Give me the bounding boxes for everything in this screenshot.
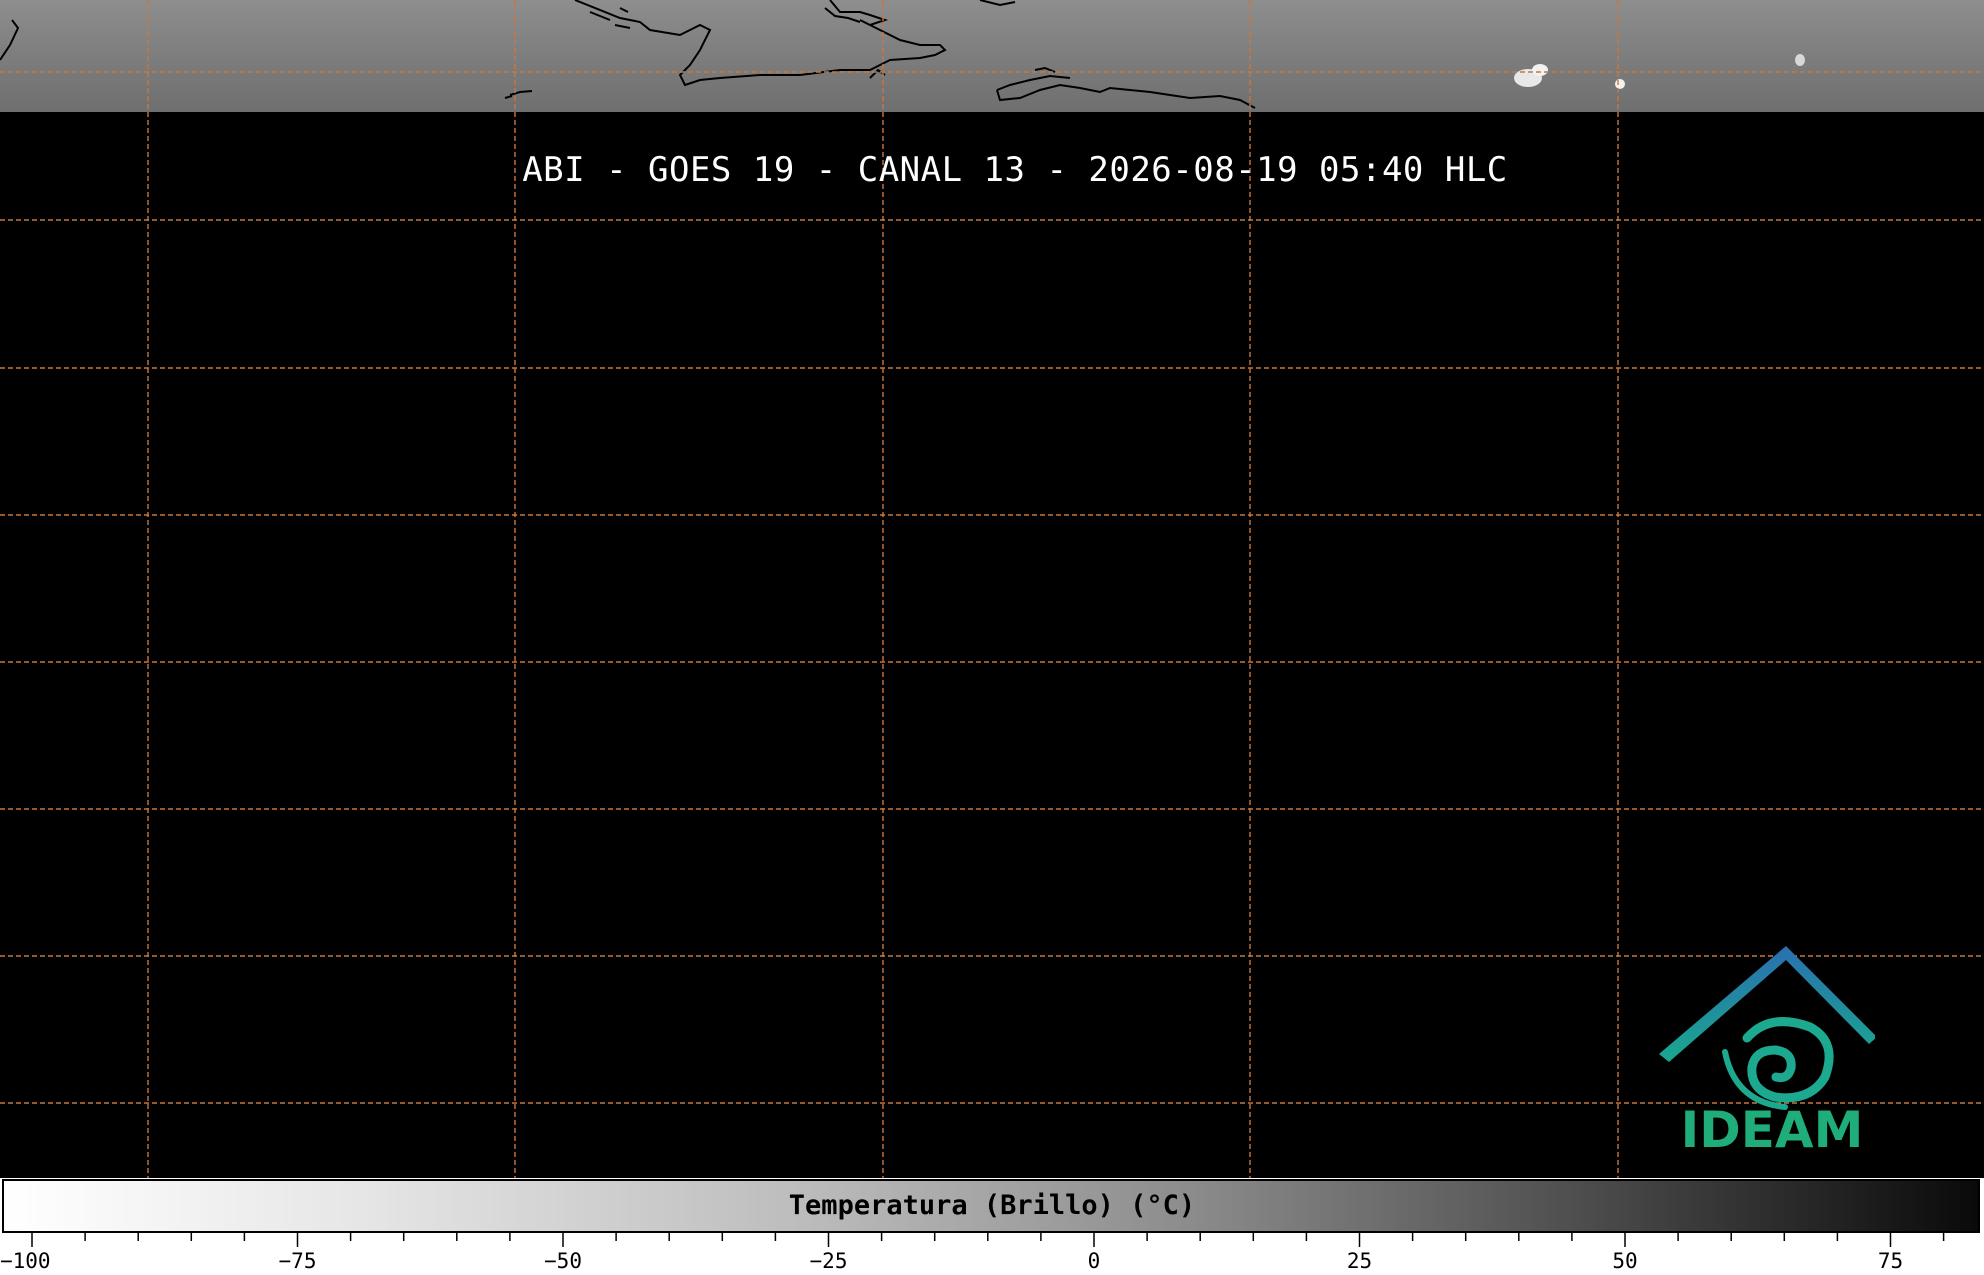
colorbar-tick-label: 75: [1877, 1249, 1904, 1273]
colorbar-tick-label: −25: [809, 1249, 848, 1273]
colorbar-ticks: [31, 1233, 1945, 1247]
colorbar-tick-label: −100: [0, 1249, 51, 1273]
colorbar-tick-label: −50: [544, 1249, 582, 1273]
image-title: ABI - GOES 19 - CANAL 13 - 2026-08-19 05…: [522, 150, 1508, 190]
colorbar-label: Temperatura (Brillo) (°C): [788, 1190, 1196, 1221]
coastlines: [0, 0, 1256, 109]
colorbar-tick-label: 0: [1087, 1249, 1101, 1273]
satellite-image-viewer: ABI - GOES 19 - CANAL 13 - 2026-08-19 05…: [0, 0, 1984, 1275]
colorbar-tick-label: −75: [278, 1249, 317, 1273]
satellite-map: ABI - GOES 19 - CANAL 13 - 2026-08-19 05…: [0, 0, 1984, 1178]
colorbar-tick-label: 50: [1612, 1249, 1638, 1273]
ideam-logo-text: IDEAM: [1680, 1101, 1864, 1159]
colorbar-tick-label: 25: [1346, 1249, 1373, 1273]
